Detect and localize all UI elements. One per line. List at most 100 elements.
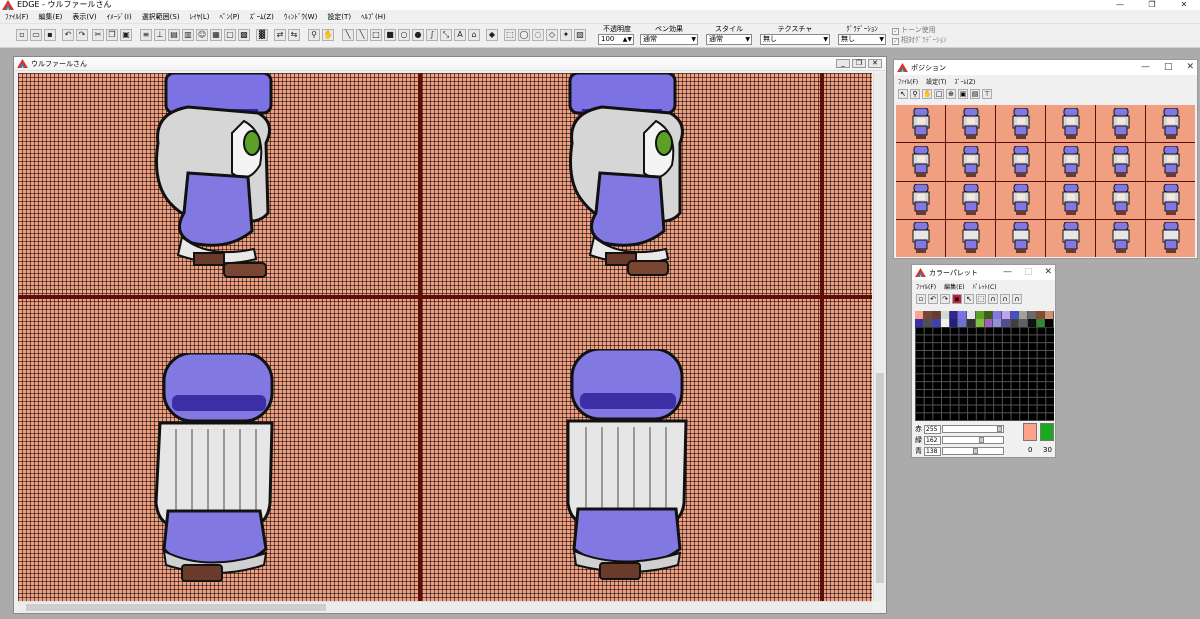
filled-rect-icon[interactable]: ■ [384, 29, 396, 41]
select-rect-icon[interactable]: ⬚ [504, 29, 516, 41]
position-frame-thumb[interactable] [1046, 143, 1095, 181]
filmstrip-icon[interactable]: ▦ [210, 29, 222, 41]
pencil-icon[interactable]: ╲ [342, 29, 354, 41]
position-frame-thumb[interactable] [1046, 181, 1095, 219]
palette-icon[interactable]: ▓ [256, 29, 268, 41]
position-frame-thumb[interactable] [1096, 181, 1145, 219]
stamp-icon[interactable]: ⊥ [154, 29, 166, 41]
new-file-icon[interactable]: ▫ [16, 29, 28, 41]
palette-select-icon[interactable]: ⬚ [976, 293, 986, 304]
palette-color-icon[interactable]: ▪ [952, 293, 962, 304]
canvas-minimize-button[interactable]: _ [836, 59, 850, 68]
lasso-icon[interactable]: ◌ [532, 29, 544, 41]
menu-file[interactable]: ﾌｧｲﾙ(F) [0, 11, 34, 23]
palette-maximize-button[interactable]: □ [1024, 267, 1033, 277]
pixel-canvas[interactable] [18, 73, 872, 601]
green-slider[interactable]: 緑 162 [915, 435, 1004, 445]
palette-gradient-b-icon[interactable]: ∩ [1000, 293, 1010, 304]
menu-help[interactable]: ﾍﾙﾌﾟ(H) [356, 11, 391, 23]
redo-icon[interactable]: ↷ [76, 29, 88, 41]
position-frame-thumb[interactable] [1096, 105, 1145, 143]
opacity-input[interactable]: 100 ▲▼ [598, 34, 634, 45]
palette-pointer-icon[interactable]: ↖ [964, 293, 974, 304]
menu-layer[interactable]: ﾚｲﾔ(L) [185, 11, 215, 23]
blue-slider[interactable]: 青 138 [915, 446, 1004, 456]
swap-right-icon[interactable]: ⇆ [288, 29, 300, 41]
paste-icon[interactable]: ▣ [120, 29, 132, 41]
position-menu-settings[interactable]: 設定(T) [922, 77, 950, 86]
hand-icon[interactable]: ✋ [922, 88, 932, 99]
position-frame-thumb[interactable] [996, 219, 1045, 257]
relative-gradation-checkbox[interactable]: ✓ 相対ｸﾞﾗﾃﾞｰｼｮﾝ [892, 35, 982, 45]
canvas-horizontal-scrollbar[interactable] [18, 601, 872, 612]
palette-minimize-button[interactable]: — [1003, 267, 1012, 277]
select-ellipse-icon[interactable]: ◯ [518, 29, 530, 41]
position-maximize-button[interactable]: □ [1164, 62, 1173, 72]
palette-menu-file[interactable]: ﾌｧｲﾙ(F) [912, 282, 940, 291]
pointer-icon[interactable]: ↖ [898, 88, 908, 99]
grid-icon[interactable]: ▩ [238, 29, 250, 41]
preview-icon[interactable]: ▢ [224, 29, 236, 41]
position-frame-thumb[interactable] [946, 105, 995, 143]
gradation-select[interactable]: 無し ▼ [838, 34, 886, 45]
palette-close-button[interactable]: ✕ [1044, 267, 1052, 277]
secondary-color-swatch[interactable] [1040, 423, 1054, 441]
palette-redo-icon[interactable]: ↷ [940, 293, 950, 304]
text-icon[interactable]: A [454, 29, 466, 41]
menu-pen[interactable]: ﾍﾟﾝ(P) [214, 11, 244, 23]
new-palette-icon[interactable]: ▫ [916, 293, 926, 304]
tone-use-checkbox[interactable]: ✓ トーン使用 [892, 25, 982, 35]
curve-icon[interactable]: ∫ [426, 29, 438, 41]
current-color-swatch[interactable] [1023, 423, 1037, 441]
zoom-icon[interactable]: ⚲ [910, 88, 920, 99]
picture-icon[interactable]: ▣ [958, 88, 968, 99]
position-frame-thumb[interactable] [896, 143, 945, 181]
green-value[interactable]: 162 [924, 435, 941, 445]
position-menu-file[interactable]: ﾌｧｲﾙ(F) [894, 77, 922, 86]
filled-ellipse-icon[interactable]: ● [412, 29, 424, 41]
rect-select-icon[interactable]: □ [934, 88, 944, 99]
crosshair-icon[interactable]: ⊕ [946, 88, 956, 99]
red-slider[interactable]: 赤 255 [915, 424, 1004, 434]
position-frame-thumb[interactable] [1046, 219, 1095, 257]
position-frame-thumb[interactable] [946, 143, 995, 181]
position-frame-thumb[interactable] [996, 181, 1045, 219]
ellipse-icon[interactable]: ○ [398, 29, 410, 41]
frame-view-icon[interactable]: ▤ [970, 88, 980, 99]
position-frame-thumb[interactable] [896, 181, 945, 219]
position-frame-thumb[interactable] [896, 105, 945, 143]
menu-edit[interactable]: 編集(E) [34, 11, 68, 23]
poly-select-icon[interactable]: ◇ [546, 29, 558, 41]
undo-icon[interactable]: ↶ [62, 29, 74, 41]
palette-menu-edit[interactable]: 編集(E) [940, 282, 968, 291]
pen-effect-select[interactable]: 通常 ▼ [640, 34, 698, 45]
menu-image[interactable]: ｲﾒｰｼﾞ(I) [102, 11, 137, 23]
palette-undo-icon[interactable]: ↶ [928, 293, 938, 304]
position-frame-thumb[interactable] [1146, 143, 1195, 181]
position-frame-thumb[interactable] [1146, 181, 1195, 219]
menu-zoom[interactable]: ｽﾞｰﾑ(Z) [245, 11, 279, 23]
position-frame-thumb[interactable] [946, 219, 995, 257]
tile-icon[interactable]: ▤ [168, 29, 180, 41]
anchor-icon[interactable]: ⊤ [982, 88, 992, 99]
cut-icon[interactable]: ✂ [92, 29, 104, 41]
texture-select[interactable]: 無し ▼ [760, 34, 830, 45]
blue-value[interactable]: 138 [924, 446, 941, 456]
menu-selection[interactable]: 選択範囲(S) [137, 11, 185, 23]
frame-icon[interactable]: ▥ [182, 29, 194, 41]
red-value[interactable]: 255 [924, 424, 941, 434]
position-frame-thumb[interactable] [1146, 105, 1195, 143]
close-button[interactable]: ✕ [1168, 0, 1200, 10]
bucket-icon[interactable]: ⌂ [468, 29, 480, 41]
menu-settings[interactable]: 設定(T) [322, 11, 356, 23]
magic-wand-icon[interactable]: ✦ [560, 29, 572, 41]
position-frame-thumb[interactable] [1046, 105, 1095, 143]
swap-left-icon[interactable]: ⇄ [274, 29, 286, 41]
fill-tool-icon[interactable]: ◆ [486, 29, 498, 41]
position-frame-thumb[interactable] [1096, 219, 1145, 257]
menu-window[interactable]: ｳｨﾝﾄﾞｳ(W) [279, 11, 322, 23]
open-file-icon[interactable]: ▭ [30, 29, 42, 41]
position-frame-thumb[interactable] [1096, 143, 1145, 181]
position-frame-thumb[interactable] [996, 143, 1045, 181]
position-frame-thumb[interactable] [946, 181, 995, 219]
